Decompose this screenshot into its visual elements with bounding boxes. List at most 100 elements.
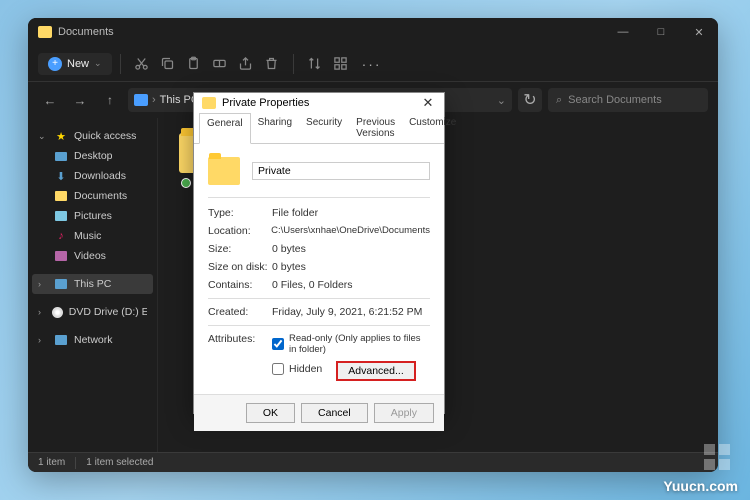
dialog-body: Type:File folder Location:C:\Users\xnhae… (194, 144, 444, 394)
cancel-button[interactable]: Cancel (301, 403, 368, 423)
sidebar-item-music[interactable]: ♪ Music (32, 226, 153, 246)
app-icon (38, 26, 52, 38)
sidebar-item-pictures[interactable]: Pictures (32, 206, 153, 226)
label: Documents (74, 190, 127, 202)
sidebar-quick-access[interactable]: ⌄ ★ Quick access (32, 126, 153, 146)
dialog-title: Private Properties (222, 97, 309, 109)
folder-name-input[interactable] (252, 162, 430, 180)
size-label: Size: (208, 243, 272, 255)
rename-icon[interactable] (207, 51, 233, 77)
toolbar: + New ⌄ ··· (28, 46, 718, 82)
view-icon[interactable] (328, 51, 354, 77)
dialog-titlebar[interactable]: Private Properties ✕ (194, 93, 444, 113)
watermark: Yuucn.com (663, 478, 738, 494)
share-icon[interactable] (233, 51, 259, 77)
forward-button[interactable]: → (68, 88, 92, 112)
folder-icon (202, 97, 216, 109)
label: Desktop (74, 150, 113, 162)
window-title: Documents (58, 26, 114, 38)
folder-icon (208, 157, 240, 185)
tab-security[interactable]: Security (299, 113, 349, 143)
attributes-label: Attributes: (208, 333, 272, 381)
readonly-checkbox[interactable]: Read-only (Only applies to files in fold… (272, 333, 430, 355)
chevron-down-icon: ⌄ (38, 131, 48, 142)
selection-count: 1 item selected (86, 457, 153, 468)
apply-button[interactable]: Apply (374, 403, 434, 423)
close-button[interactable]: ✕ (680, 18, 718, 46)
location-value: C:\Users\xnhae\OneDrive\Documents (271, 225, 430, 237)
dialog-close-button[interactable]: ✕ (416, 93, 440, 113)
copy-icon[interactable] (155, 51, 181, 77)
contains-value: 0 Files, 0 Folders (272, 279, 430, 291)
label: This PC (74, 278, 111, 290)
disc-icon (52, 307, 63, 318)
windows-logo (704, 444, 730, 470)
created-value: Friday, July 9, 2021, 6:21:52 PM (272, 306, 430, 318)
chevron-right-icon: › (38, 335, 48, 345)
refresh-button[interactable]: ↻ (518, 88, 542, 112)
search-placeholder: Search Documents (568, 94, 662, 106)
sidebar-network[interactable]: › Network (32, 330, 153, 350)
music-icon: ♪ (54, 229, 68, 243)
label: Network (74, 334, 113, 346)
chevron-down-icon: ⌄ (94, 58, 102, 69)
contains-label: Contains: (208, 279, 272, 291)
search-icon: ⌕ (556, 94, 562, 107)
cut-icon[interactable] (129, 51, 155, 77)
item-count: 1 item (38, 457, 65, 468)
chevron-down-icon[interactable]: ⌄ (497, 94, 506, 107)
documents-icon (55, 191, 67, 201)
paste-icon[interactable] (181, 51, 207, 77)
titlebar[interactable]: Documents — □ ✕ (28, 18, 718, 46)
star-icon: ★ (54, 129, 68, 143)
label: Quick access (74, 130, 136, 142)
sidebar-item-desktop[interactable]: Desktop (32, 146, 153, 166)
minimize-button[interactable]: — (604, 18, 642, 46)
chevron-right-icon: › (38, 279, 48, 289)
more-button[interactable]: ··· (354, 56, 390, 72)
label: DVD Drive (D:) ESD-I (69, 306, 147, 318)
tab-sharing[interactable]: Sharing (251, 113, 299, 143)
pc-icon (55, 279, 67, 289)
readonly-label: Read-only (Only applies to files in fold… (289, 333, 430, 355)
sidebar-item-videos[interactable]: Videos (32, 246, 153, 266)
advanced-button[interactable]: Advanced... (336, 361, 415, 381)
created-label: Created: (208, 306, 272, 318)
up-button[interactable]: ↑ (98, 88, 122, 112)
maximize-button[interactable]: □ (642, 18, 680, 46)
plus-icon: + (48, 57, 62, 71)
hidden-checkbox[interactable]: Hidden (272, 363, 322, 375)
label: Pictures (74, 210, 112, 222)
tab-previous-versions[interactable]: Previous Versions (349, 113, 402, 143)
sidebar-this-pc[interactable]: › This PC (32, 274, 153, 294)
videos-icon (55, 251, 67, 261)
dialog-footer: OK Cancel Apply (194, 394, 444, 431)
tab-general[interactable]: General (199, 113, 251, 144)
sort-icon[interactable] (302, 51, 328, 77)
hidden-label: Hidden (289, 363, 322, 375)
sidebar-item-downloads[interactable]: ⬇ Downloads (32, 166, 153, 186)
type-value: File folder (272, 207, 430, 219)
new-button[interactable]: + New ⌄ (38, 53, 112, 75)
delete-icon[interactable] (259, 51, 285, 77)
statusbar: 1 item 1 item selected (28, 452, 718, 472)
label: Downloads (74, 170, 126, 182)
properties-dialog: Private Properties ✕ General Sharing Sec… (193, 92, 445, 414)
back-button[interactable]: ← (38, 88, 62, 112)
sync-status-icon (181, 178, 191, 188)
search-input[interactable]: ⌕ Search Documents (548, 88, 708, 112)
bc-sep: › (152, 94, 156, 106)
new-label: New (67, 58, 89, 70)
pictures-icon (55, 211, 67, 221)
size-value: 0 bytes (272, 243, 430, 255)
label: Videos (74, 250, 106, 262)
sidebar: ⌄ ★ Quick access Desktop ⬇ Downloads Doc… (28, 118, 158, 452)
sidebar-dvd[interactable]: › DVD Drive (D:) ESD-I (32, 302, 153, 322)
ok-button[interactable]: OK (246, 403, 295, 423)
download-icon: ⬇ (54, 169, 68, 183)
location-label: Location: (208, 225, 271, 237)
sizedisk-label: Size on disk: (208, 261, 272, 273)
sizedisk-value: 0 bytes (272, 261, 430, 273)
tab-customize[interactable]: Customize (402, 113, 463, 143)
sidebar-item-documents[interactable]: Documents (32, 186, 153, 206)
